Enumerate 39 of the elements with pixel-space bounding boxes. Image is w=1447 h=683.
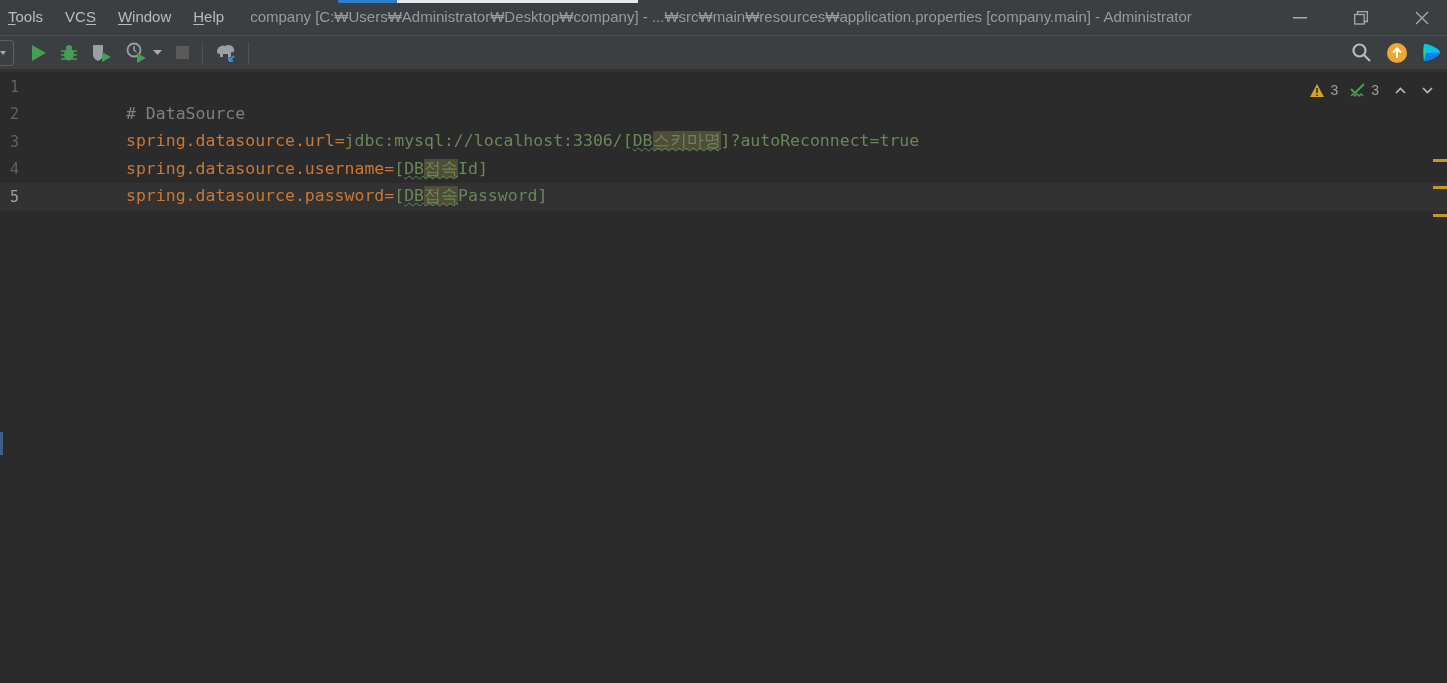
line-number: 4 bbox=[9, 159, 21, 180]
code-line: spring.datasource.password=[DB접속Password] bbox=[126, 185, 548, 208]
line-number: 3 bbox=[9, 131, 21, 153]
run-configuration-dropdown[interactable] bbox=[0, 39, 14, 66]
chevron-up-icon[interactable] bbox=[1395, 87, 1406, 94]
error-stripe-mark bbox=[1433, 214, 1447, 217]
caret-icon[interactable] bbox=[0, 50, 6, 55]
line-number: 2 bbox=[9, 104, 21, 125]
minimize-icon[interactable] bbox=[1293, 16, 1307, 19]
menu-item[interactable]: Tools bbox=[8, 6, 44, 29]
menu-item[interactable]: Window bbox=[117, 6, 172, 29]
warning-count: 3 bbox=[1330, 81, 1339, 100]
bug-icon[interactable] bbox=[60, 43, 78, 62]
code-line: # DataSource bbox=[126, 102, 246, 125]
chevron-down-icon[interactable] bbox=[1422, 87, 1433, 94]
menu-item[interactable]: VCS bbox=[65, 6, 96, 29]
caret-icon[interactable] bbox=[153, 50, 162, 55]
run-icon[interactable] bbox=[32, 44, 46, 61]
line-number: 1 bbox=[9, 76, 21, 98]
elephant-icon[interactable] bbox=[215, 43, 236, 62]
line-number: 5 bbox=[9, 186, 21, 208]
error-stripe-mark bbox=[1433, 159, 1447, 162]
restore-icon[interactable] bbox=[1354, 10, 1368, 25]
code-line: spring.datasource.username=[DB접속Id] bbox=[126, 157, 488, 180]
close-icon[interactable] bbox=[1415, 10, 1429, 25]
play-logo-icon[interactable] bbox=[1423, 43, 1441, 62]
shield-run-icon[interactable] bbox=[92, 42, 112, 63]
code-line: spring.datasource.url=jdbc:mysql://localhost:3306/[DB스키마명]?autoReconnect=true bbox=[126, 130, 920, 153]
search-icon[interactable] bbox=[1352, 43, 1371, 62]
menu-item[interactable]: Help bbox=[193, 6, 225, 29]
scroll-marker bbox=[0, 432, 3, 455]
typo-check-icon[interactable] bbox=[1350, 83, 1366, 98]
clock-run-icon[interactable] bbox=[126, 42, 147, 63]
error-stripe-mark bbox=[1433, 186, 1447, 189]
warning-icon[interactable] bbox=[1310, 84, 1325, 97]
typo-count: 3 bbox=[1371, 81, 1379, 100]
tab-indicator bbox=[338, 0, 397, 3]
window-title: company [C:₩Users₩Administrator₩Desktop₩company] - ...₩src₩main₩resources₩application.properties [company.main] - Administrator bbox=[250, 7, 1192, 28]
upload-icon[interactable] bbox=[1387, 42, 1407, 63]
